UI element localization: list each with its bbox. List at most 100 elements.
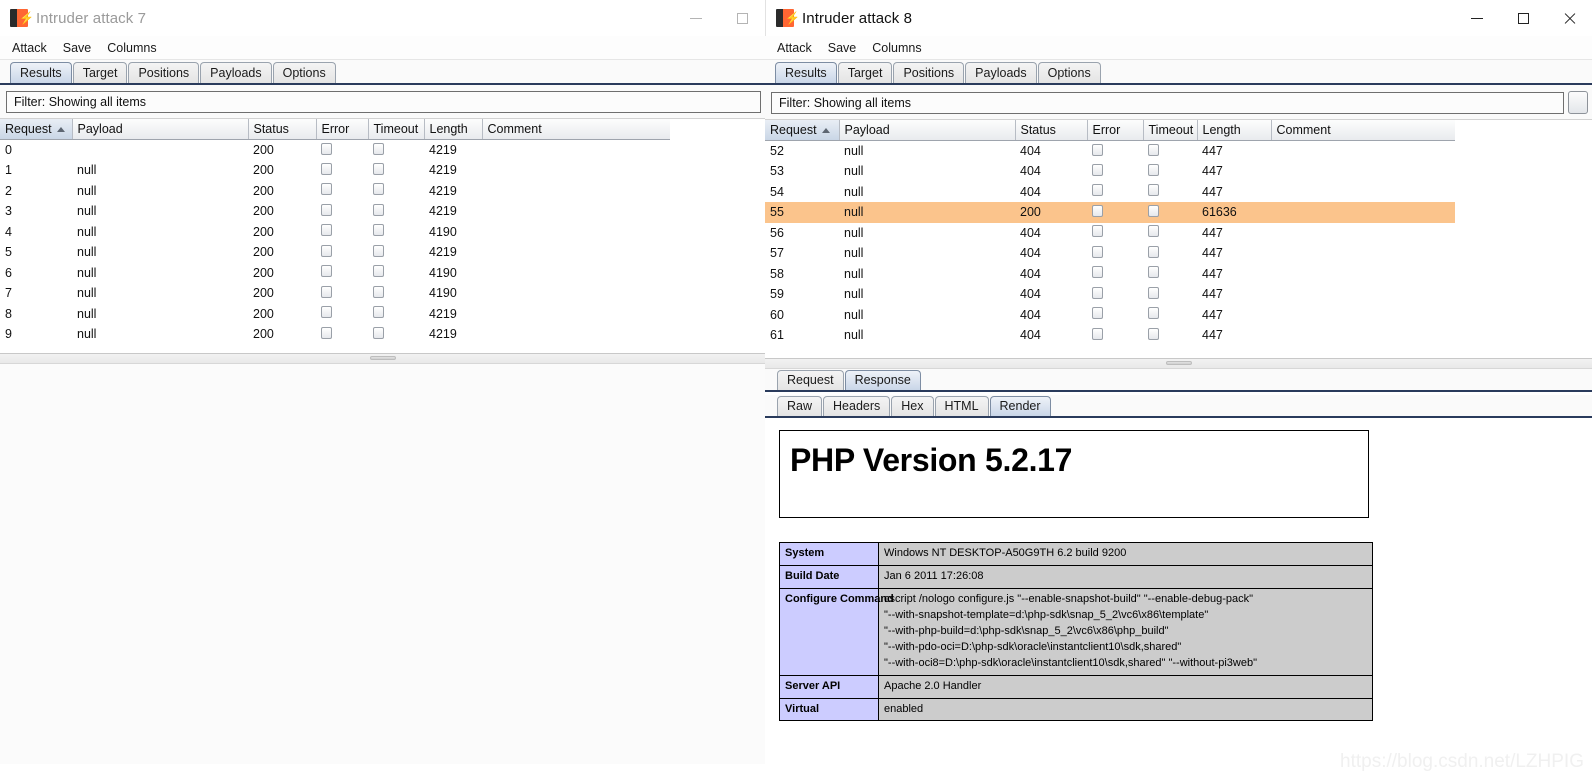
error-checkbox[interactable] (321, 244, 332, 257)
error-checkbox[interactable] (321, 162, 332, 175)
menu-columns[interactable]: Columns (105, 40, 158, 56)
timeout-checkbox[interactable] (1148, 245, 1159, 258)
table-row[interactable]: 57 null 404 447 (765, 243, 1455, 264)
tab-positions[interactable]: Positions (128, 62, 200, 83)
col-header-timeout[interactable]: Timeout (1143, 120, 1198, 141)
error-checkbox[interactable] (321, 224, 332, 237)
error-checkbox[interactable] (321, 203, 332, 216)
window-intruder-attack-8[interactable]: ⚡ Intruder attack 8 Attack Save Columns (765, 0, 1592, 783)
filter-bar[interactable]: Filter: Showing all items (771, 91, 1564, 114)
filter-bar[interactable]: Filter: Showing all items (6, 91, 761, 113)
error-checkbox[interactable] (1092, 143, 1103, 156)
timeout-checkbox[interactable] (1148, 286, 1159, 299)
col-header-request[interactable]: Request (0, 119, 73, 140)
tab-positions[interactable]: Positions (893, 62, 965, 83)
table-row[interactable]: 61 null 404 447 (765, 325, 1455, 346)
maximize-button[interactable] (1500, 0, 1546, 36)
col-header-request[interactable]: Request (765, 120, 840, 141)
tab-results[interactable]: Results (10, 62, 72, 83)
timeout-checkbox[interactable] (1148, 184, 1159, 197)
right-splitter[interactable] (765, 358, 1592, 369)
filter-options-button[interactable] (1568, 91, 1588, 114)
timeout-checkbox[interactable] (1148, 163, 1159, 176)
error-checkbox[interactable] (1092, 327, 1103, 340)
tab-payloads[interactable]: Payloads (200, 62, 272, 83)
table-row[interactable]: 8 null 200 4219 (0, 304, 670, 325)
window-intruder-attack-7[interactable]: ⚡ Intruder attack 7 Attack Save Columns … (0, 0, 766, 783)
tab-raw[interactable]: Raw (777, 396, 823, 416)
table-row[interactable]: 3 null 200 4219 (0, 201, 670, 222)
col-header-payload[interactable]: Payload (72, 119, 249, 140)
tab-options[interactable]: Options (272, 62, 336, 83)
timeout-checkbox[interactable] (1148, 204, 1159, 217)
splitter-grip[interactable] (1165, 361, 1192, 365)
menu-columns[interactable]: Columns (870, 40, 923, 56)
timeout-checkbox[interactable] (1148, 266, 1159, 279)
tab-results[interactable]: Results (775, 62, 837, 83)
table-row[interactable]: 58 null 404 447 (765, 264, 1455, 285)
table-row[interactable]: 59 null 404 447 (765, 284, 1455, 305)
tab-render[interactable]: Render (989, 396, 1051, 416)
table-row[interactable]: 5 null 200 4219 (0, 242, 670, 263)
table-row[interactable]: 52 null 404 447 (765, 141, 1455, 162)
timeout-checkbox[interactable] (373, 224, 384, 237)
timeout-checkbox[interactable] (373, 326, 384, 339)
tab-payloads[interactable]: Payloads (965, 62, 1037, 83)
error-checkbox[interactable] (1092, 225, 1103, 238)
tab-hex[interactable]: Hex (891, 396, 934, 416)
right-titlebar[interactable]: ⚡ Intruder attack 8 (765, 0, 1592, 36)
timeout-checkbox[interactable] (373, 285, 384, 298)
error-checkbox[interactable] (1092, 163, 1103, 176)
col-header-timeout[interactable]: Timeout (368, 119, 425, 140)
tab-html[interactable]: HTML (934, 396, 989, 416)
error-checkbox[interactable] (321, 306, 332, 319)
error-checkbox[interactable] (321, 142, 332, 155)
timeout-checkbox[interactable] (373, 162, 384, 175)
error-checkbox[interactable] (1092, 307, 1103, 320)
table-row[interactable]: 6 null 200 4190 (0, 263, 670, 284)
col-header-comment[interactable]: Comment (1271, 120, 1455, 141)
menu-attack[interactable]: Attack (775, 40, 814, 56)
cell-status-focused[interactable]: 200 (1015, 202, 1087, 223)
tab-options[interactable]: Options (1037, 62, 1101, 83)
close-button[interactable] (1546, 0, 1592, 36)
splitter-grip[interactable] (369, 356, 396, 360)
col-header-status[interactable]: Status (248, 119, 317, 140)
col-header-length[interactable]: Length (424, 119, 483, 140)
table-row[interactable]: 2 null 200 4219 (0, 181, 670, 202)
left-splitter[interactable] (0, 353, 765, 364)
col-header-error[interactable]: Error (316, 119, 369, 140)
error-checkbox[interactable] (1092, 245, 1103, 258)
col-header-comment[interactable]: Comment (482, 119, 670, 140)
table-row[interactable]: 4 null 200 4190 (0, 222, 670, 243)
timeout-checkbox[interactable] (1148, 225, 1159, 238)
timeout-checkbox[interactable] (1148, 327, 1159, 340)
timeout-checkbox[interactable] (373, 142, 384, 155)
timeout-checkbox[interactable] (1148, 307, 1159, 320)
col-header-error[interactable]: Error (1087, 120, 1144, 141)
error-checkbox[interactable] (321, 183, 332, 196)
table-row[interactable]: 7 null 200 4190 (0, 283, 670, 304)
menu-attack[interactable]: Attack (10, 40, 49, 56)
tab-target[interactable]: Target (72, 62, 128, 83)
col-header-status[interactable]: Status (1015, 120, 1088, 141)
table-row[interactable]: 53 null 404 447 (765, 161, 1455, 182)
error-checkbox[interactable] (1092, 266, 1103, 279)
table-row[interactable]: 56 null 404 447 (765, 223, 1455, 244)
menu-save[interactable]: Save (826, 40, 859, 56)
table-row-selected[interactable]: 55 null 200 61636 (765, 202, 1455, 223)
error-checkbox[interactable] (321, 326, 332, 339)
timeout-checkbox[interactable] (1148, 143, 1159, 156)
error-checkbox[interactable] (1092, 184, 1103, 197)
tab-request[interactable]: Request (777, 370, 844, 390)
menu-save[interactable]: Save (61, 40, 94, 56)
error-checkbox[interactable] (1092, 286, 1103, 299)
error-checkbox[interactable] (1092, 204, 1103, 217)
minimize-button[interactable] (673, 0, 719, 36)
table-row[interactable]: 1 null 200 4219 (0, 160, 670, 181)
col-header-payload[interactable]: Payload (839, 120, 1016, 141)
tab-response[interactable]: Response (844, 370, 921, 390)
left-titlebar[interactable]: ⚡ Intruder attack 7 (0, 0, 765, 36)
timeout-checkbox[interactable] (373, 203, 384, 216)
maximize-button[interactable] (719, 0, 765, 36)
